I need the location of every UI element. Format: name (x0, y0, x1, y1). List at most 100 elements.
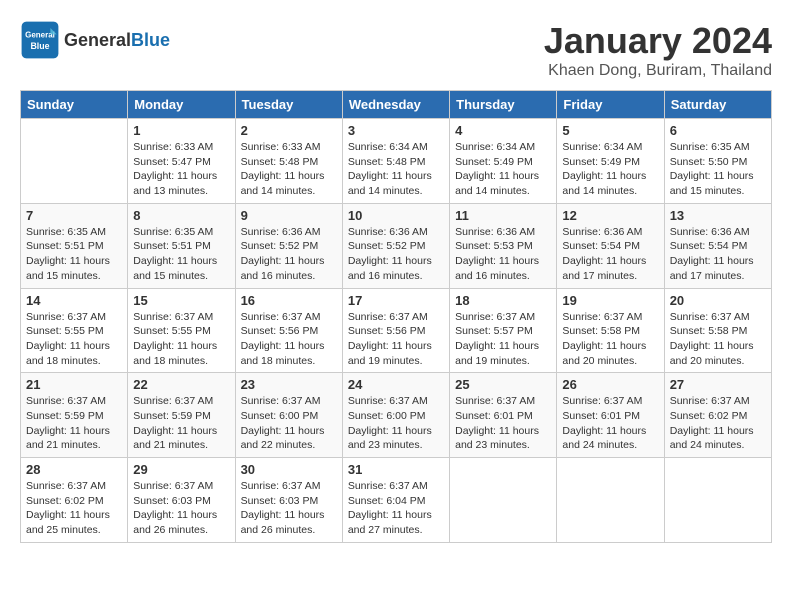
day-number: 13 (670, 208, 766, 223)
calendar-cell: 17 Sunrise: 6:37 AMSunset: 5:56 PMDayligh… (342, 288, 449, 373)
calendar-cell: 16Sunrise: 6:37 AMSunset: 5:56 PMDayligh… (235, 288, 342, 373)
calendar-cell: 5 Sunrise: 6:34 AMSunset: 5:49 PMDaylight… (557, 119, 664, 204)
calendar-cell: 21 Sunrise: 6:37 AMSunset: 5:59 PMDayligh… (21, 373, 128, 458)
calendar-cell: 11 Sunrise: 6:36 AMSunset: 5:53 PMDayligh… (450, 203, 557, 288)
day-number: 20 (670, 293, 766, 308)
day-info: Sunrise: 6:37 AMSunset: 6:01 PMDaylight:… (455, 394, 551, 453)
day-number: 27 (670, 377, 766, 392)
day-info: Sunrise: 6:37 AMSunset: 5:56 PMDaylight:… (348, 310, 444, 369)
day-number: 23 (241, 377, 337, 392)
calendar-cell: 9Sunrise: 6:36 AMSunset: 5:52 PMDaylight… (235, 203, 342, 288)
day-info: Sunrise: 6:37 AMSunset: 5:58 PMDaylight:… (562, 310, 658, 369)
calendar-cell: 27 Sunrise: 6:37 AMSunset: 6:02 PMDayligh… (664, 373, 771, 458)
day-number: 25 (455, 377, 551, 392)
calendar-cell: 15 Sunrise: 6:37 AMSunset: 5:55 PMDayligh… (128, 288, 235, 373)
day-number: 14 (26, 293, 122, 308)
calendar-cell: 4Sunrise: 6:34 AMSunset: 5:49 PMDaylight… (450, 119, 557, 204)
day-info: Sunrise: 6:36 AMSunset: 5:54 PMDaylight:… (562, 225, 658, 284)
calendar-week-2: 7 Sunrise: 6:35 AMSunset: 5:51 PMDaylight… (21, 203, 772, 288)
day-info: Sunrise: 6:37 AMSunset: 5:55 PMDaylight:… (26, 310, 122, 369)
day-number: 31 (348, 462, 444, 477)
day-number: 22 (133, 377, 229, 392)
calendar-cell: 22 Sunrise: 6:37 AMSunset: 5:59 PMDayligh… (128, 373, 235, 458)
calendar-week-1: 1Sunrise: 6:33 AMSunset: 5:47 PMDaylight… (21, 119, 772, 204)
day-info: Sunrise: 6:33 AMSunset: 5:48 PMDaylight:… (241, 140, 337, 199)
calendar-cell: 14 Sunrise: 6:37 AMSunset: 5:55 PMDayligh… (21, 288, 128, 373)
day-info: Sunrise: 6:37 AMSunset: 6:00 PMDaylight:… (348, 394, 444, 453)
calendar-week-5: 28 Sunrise: 6:37 AMSunset: 6:02 PMDayligh… (21, 458, 772, 543)
logo-text: GeneralBlue (64, 30, 170, 51)
day-info: Sunrise: 6:37 AMSunset: 6:02 PMDaylight:… (26, 479, 122, 538)
day-number: 17 (348, 293, 444, 308)
day-info: Sunrise: 6:35 AMSunset: 5:50 PMDaylight:… (670, 140, 766, 199)
day-info: Sunrise: 6:37 AMSunset: 6:00 PMDaylight:… (241, 394, 337, 453)
day-number: 1 (133, 123, 229, 138)
calendar-cell: 28 Sunrise: 6:37 AMSunset: 6:02 PMDayligh… (21, 458, 128, 543)
day-number: 28 (26, 462, 122, 477)
day-info: Sunrise: 6:37 AMSunset: 6:03 PMDaylight:… (133, 479, 229, 538)
calendar-cell: 20 Sunrise: 6:37 AMSunset: 5:58 PMDayligh… (664, 288, 771, 373)
calendar-cell (664, 458, 771, 543)
calendar-cell: 6 Sunrise: 6:35 AMSunset: 5:50 PMDaylight… (664, 119, 771, 204)
svg-text:Blue: Blue (30, 41, 49, 51)
day-number: 5 (562, 123, 658, 138)
day-number: 10 (348, 208, 444, 223)
day-info: Sunrise: 6:37 AMSunset: 5:59 PMDaylight:… (26, 394, 122, 453)
day-number: 6 (670, 123, 766, 138)
day-info: Sunrise: 6:34 AMSunset: 5:48 PMDaylight:… (348, 140, 444, 199)
calendar-cell: 12 Sunrise: 6:36 AMSunset: 5:54 PMDayligh… (557, 203, 664, 288)
day-info: Sunrise: 6:37 AMSunset: 5:56 PMDaylight:… (241, 310, 337, 369)
day-number: 8 (133, 208, 229, 223)
day-info: Sunrise: 6:36 AMSunset: 5:52 PMDaylight:… (348, 225, 444, 284)
day-number: 26 (562, 377, 658, 392)
day-number: 15 (133, 293, 229, 308)
calendar-cell: 7Sunrise: 6:35 AMSunset: 5:51 PMDaylight… (21, 203, 128, 288)
logo-icon: General Blue (20, 20, 60, 60)
calendar-cell: 31 Sunrise: 6:37 AMSunset: 6:04 PMDayligh… (342, 458, 449, 543)
calendar-cell: 8 Sunrise: 6:35 AMSunset: 5:51 PMDaylight… (128, 203, 235, 288)
header-row: SundayMondayTuesdayWednesdayThursdayFrid… (21, 91, 772, 119)
day-number: 24 (348, 377, 444, 392)
day-header-sunday: Sunday (21, 91, 128, 119)
day-info: Sunrise: 6:36 AMSunset: 5:52 PMDaylight:… (241, 225, 337, 284)
day-number: 12 (562, 208, 658, 223)
day-info: Sunrise: 6:37 AMSunset: 6:03 PMDaylight:… (241, 479, 337, 538)
calendar-cell: 23 Sunrise: 6:37 AMSunset: 6:00 PMDayligh… (235, 373, 342, 458)
day-number: 7 (26, 208, 122, 223)
logo: General Blue GeneralBlue (20, 20, 170, 60)
day-info: Sunrise: 6:35 AMSunset: 5:51 PMDaylight:… (133, 225, 229, 284)
day-number: 21 (26, 377, 122, 392)
day-info: Sunrise: 6:37 AMSunset: 5:59 PMDaylight:… (133, 394, 229, 453)
calendar-week-4: 21 Sunrise: 6:37 AMSunset: 5:59 PMDayligh… (21, 373, 772, 458)
day-header-wednesday: Wednesday (342, 91, 449, 119)
day-info: Sunrise: 6:37 AMSunset: 6:01 PMDaylight:… (562, 394, 658, 453)
day-info: Sunrise: 6:37 AMSunset: 5:55 PMDaylight:… (133, 310, 229, 369)
day-number: 3 (348, 123, 444, 138)
day-number: 29 (133, 462, 229, 477)
day-header-saturday: Saturday (664, 91, 771, 119)
calendar-cell: 19 Sunrise: 6:37 AMSunset: 5:58 PMDayligh… (557, 288, 664, 373)
calendar-cell: 2 Sunrise: 6:33 AMSunset: 5:48 PMDaylight… (235, 119, 342, 204)
calendar-cell: 26 Sunrise: 6:37 AMSunset: 6:01 PMDayligh… (557, 373, 664, 458)
calendar-cell (21, 119, 128, 204)
day-number: 30 (241, 462, 337, 477)
calendar-cell (450, 458, 557, 543)
calendar-cell: 10 Sunrise: 6:36 AMSunset: 5:52 PMDayligh… (342, 203, 449, 288)
day-info: Sunrise: 6:34 AMSunset: 5:49 PMDaylight:… (562, 140, 658, 199)
day-number: 11 (455, 208, 551, 223)
calendar-table: SundayMondayTuesdayWednesdayThursdayFrid… (20, 90, 772, 543)
day-header-tuesday: Tuesday (235, 91, 342, 119)
day-number: 2 (241, 123, 337, 138)
day-number: 19 (562, 293, 658, 308)
day-info: Sunrise: 6:37 AMSunset: 6:02 PMDaylight:… (670, 394, 766, 453)
calendar-cell: 29 Sunrise: 6:37 AMSunset: 6:03 PMDayligh… (128, 458, 235, 543)
calendar-cell: 30 Sunrise: 6:37 AMSunset: 6:03 PMDayligh… (235, 458, 342, 543)
day-header-monday: Monday (128, 91, 235, 119)
day-info: Sunrise: 6:37 AMSunset: 6:04 PMDaylight:… (348, 479, 444, 538)
day-info: Sunrise: 6:37 AMSunset: 5:58 PMDaylight:… (670, 310, 766, 369)
day-number: 4 (455, 123, 551, 138)
title-block: January 2024 Khaen Dong, Buriram, Thaila… (544, 20, 772, 80)
location: Khaen Dong, Buriram, Thailand (544, 62, 772, 80)
day-info: Sunrise: 6:36 AMSunset: 5:53 PMDaylight:… (455, 225, 551, 284)
calendar-cell: 25 Sunrise: 6:37 AMSunset: 6:01 PMDayligh… (450, 373, 557, 458)
